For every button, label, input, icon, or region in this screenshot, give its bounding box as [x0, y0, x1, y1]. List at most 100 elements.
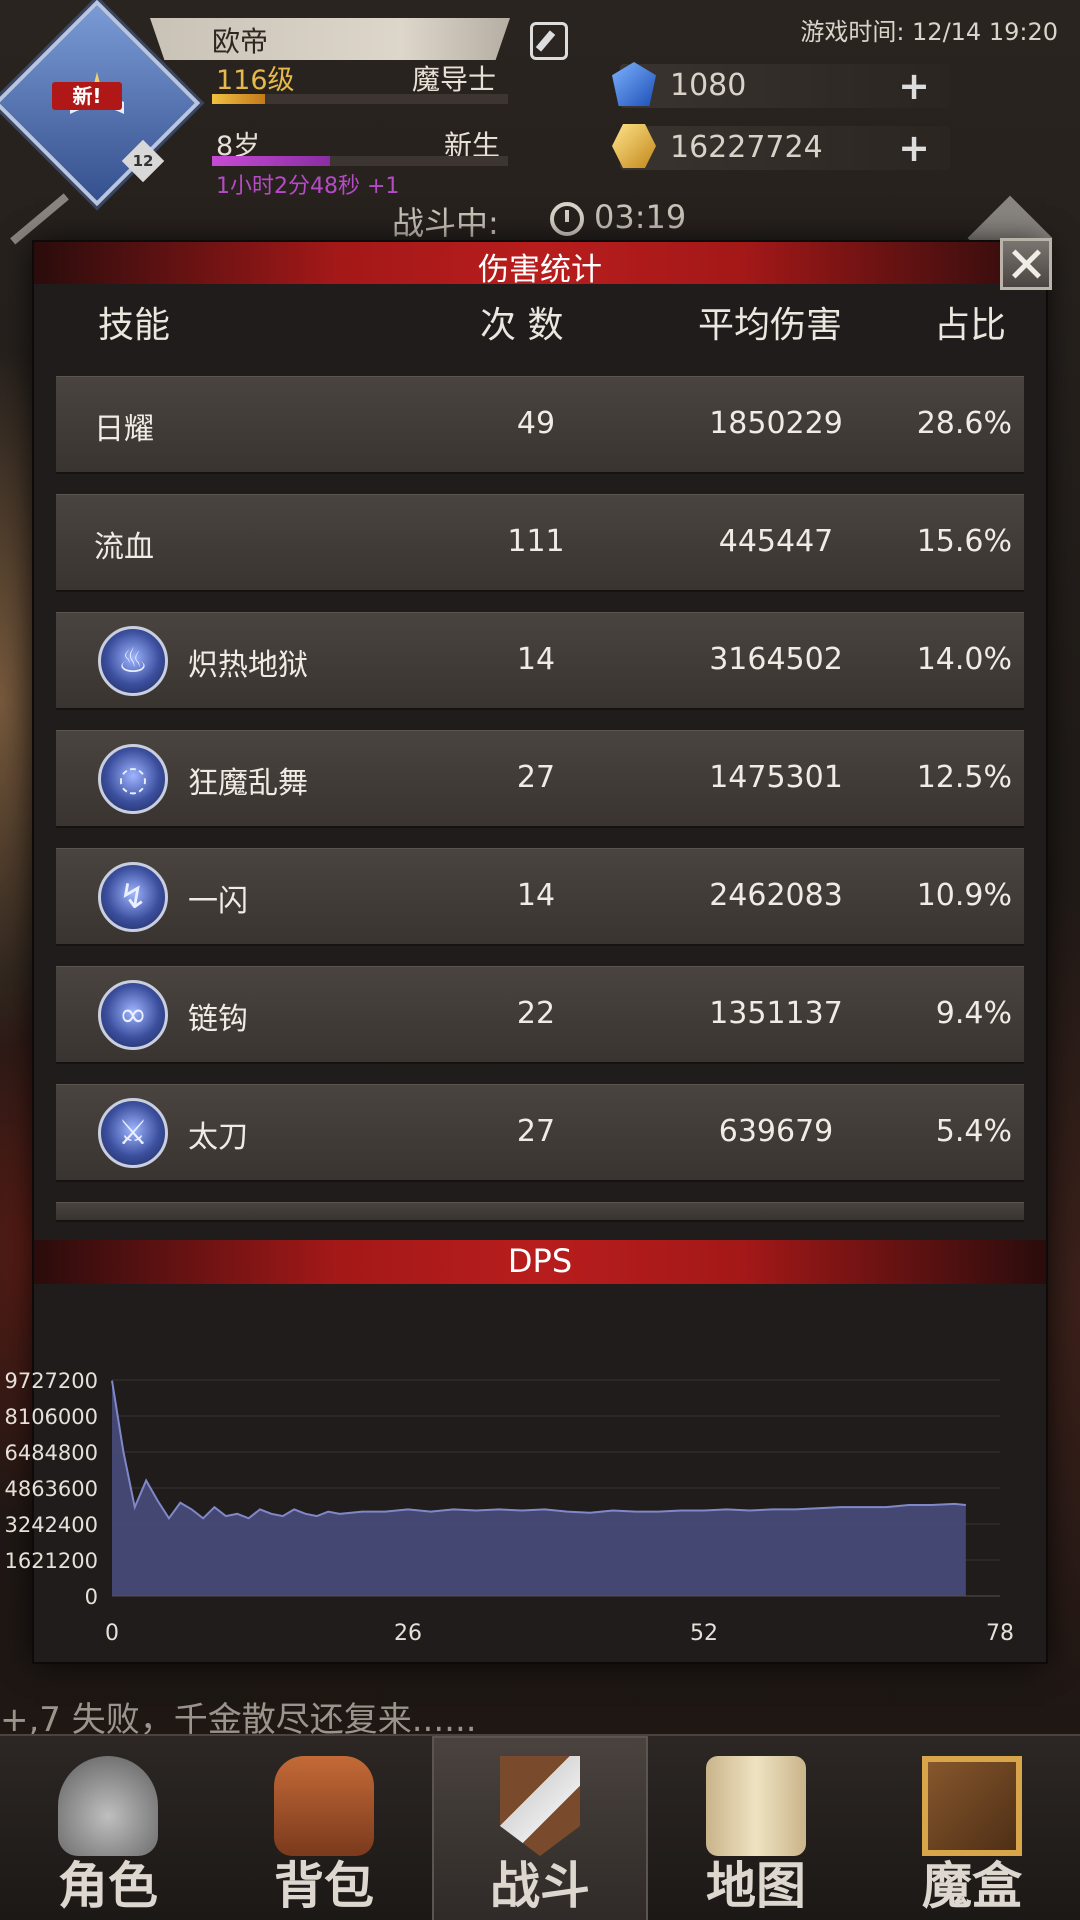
dps-chart: 0 1621200 3242400 4863600 6484800 8106000 9727…: [0, 1300, 1080, 1660]
lightning-skill-icon: ↯: [98, 862, 168, 932]
skill-name: 太刀: [188, 1120, 248, 1155]
skill-share: 15.6%: [916, 524, 1012, 559]
name-plate: [150, 18, 510, 60]
skill-row[interactable]: 日耀 49 1850229 28.6%: [56, 376, 1024, 472]
skill-row[interactable]: ◌ 狂魔乱舞 27 1475301 12.5%: [56, 730, 1024, 826]
skill-share: 14.0%: [916, 642, 1012, 677]
x-tick-label: 26: [394, 1621, 422, 1646]
new-badge: 新!: [52, 82, 122, 110]
skill-row[interactable]: ♨ 炽热地狱 14 3164502 14.0%: [56, 612, 1024, 708]
skill-avg-damage: 1351137: [709, 996, 843, 1031]
skill-share: 9.4%: [935, 996, 1012, 1031]
magic-box-icon: [922, 1756, 1022, 1856]
chain-skill-icon: ∞: [98, 980, 168, 1050]
backpack-icon: [274, 1756, 374, 1856]
sword-skill-icon: ⚔: [98, 1098, 168, 1168]
skill-row[interactable]: ↯ 一闪 14 2462083 10.9%: [56, 848, 1024, 944]
skill-name: 炽热地狱: [188, 648, 308, 683]
lightning-skill-icon-glyph: ↯: [118, 877, 148, 917]
player-class: 魔导士: [412, 63, 497, 96]
swirl-skill-icon-glyph: ◌: [118, 759, 148, 799]
sword-skill-icon-glyph: ⚔: [117, 1113, 149, 1153]
tab-label: 角色: [58, 1857, 158, 1915]
skill-share: 28.6%: [916, 406, 1012, 441]
skill-name: 流血: [94, 530, 154, 565]
y-tick-label: 1621200: [4, 1549, 98, 1573]
battle-status: 战斗中:: [392, 204, 499, 242]
skill-avg-damage: 445447: [718, 524, 834, 559]
top-hud: 新! 12 欧帝 116级 魔导士 8岁 新生 1小时2分48秒 +1 1080…: [0, 0, 1080, 281]
column-header-avg: 平均伤害: [698, 305, 843, 346]
dps-chart-svg: 0 1621200 3242400 4863600 6484800 8106000 9727…: [4, 1369, 1014, 1646]
y-tick-label: 0: [85, 1585, 98, 1609]
skill-share: 10.9%: [916, 878, 1012, 913]
skill-avg-damage: 639679: [718, 1114, 834, 1149]
skill-name: 一闪: [188, 884, 248, 919]
damage-panel-header: 伤害统计: [34, 242, 1046, 288]
column-header-skill: 技能: [98, 305, 171, 346]
level-progress-fill: [212, 94, 266, 104]
gem-amount: 1080: [670, 68, 747, 103]
clock-icon: [550, 202, 584, 236]
skill-avg-damage: 2462083: [709, 878, 843, 913]
tab-label: 地图: [706, 1857, 806, 1915]
tab-battle[interactable]: 战斗: [432, 1736, 648, 1920]
skill-row[interactable]: 流血 111 445447 15.6%: [56, 494, 1024, 590]
age-timer: 1小时2分48秒 +1: [216, 174, 400, 199]
skill-row[interactable]: ∞ 链钩 22 1351137 9.4%: [56, 966, 1024, 1062]
game-time: 游戏时间: 12/14 19:20: [800, 18, 1058, 46]
column-header-share: 占比: [934, 305, 1007, 346]
skill-count: 14: [516, 642, 556, 677]
y-tick-label: 4863600: [4, 1477, 98, 1501]
swirl-skill-icon: ◌: [98, 744, 168, 814]
helmet-icon: [58, 1756, 158, 1856]
damage-rows: 日耀 49 1850229 28.6% 流血 111 445447 15.6% ♨ 炽热地狱 14 3…: [56, 376, 1024, 1242]
skill-avg-damage: 1850229: [709, 406, 843, 441]
skill-name: 日耀: [94, 412, 154, 447]
x-tick-label: 0: [105, 1621, 119, 1646]
skill-avg-damage: 3164502: [709, 642, 843, 677]
skill-count: 22: [516, 996, 556, 1031]
y-tick-label: 6484800: [4, 1441, 98, 1465]
skill-count: 27: [516, 760, 556, 795]
tab-label: 战斗: [490, 1857, 590, 1915]
sword-shield-icon: [500, 1756, 580, 1856]
dps-title: DPS: [507, 1242, 573, 1280]
tab-label: 背包: [274, 1857, 374, 1915]
bottom-tab-bar: 角色 背包 战斗 地图 魔盒: [0, 1734, 1080, 1920]
skill-name: 链钩: [188, 1002, 248, 1037]
skill-row-partial[interactable]: [56, 1202, 1024, 1220]
skill-count: 14: [516, 878, 556, 913]
column-header-count: 次 数: [480, 305, 564, 346]
add-gold-button[interactable]: +: [898, 129, 930, 167]
y-tick-label: 3242400: [4, 1513, 98, 1537]
tab-map[interactable]: 地图: [648, 1736, 864, 1920]
skill-name: 狂魔乱舞: [188, 766, 308, 801]
skill-count: 111: [507, 524, 565, 559]
tab-character[interactable]: 角色: [0, 1736, 216, 1920]
close-button[interactable]: [1000, 238, 1052, 290]
gold-amount: 16227724: [670, 130, 823, 165]
edit-icon[interactable]: [530, 22, 568, 60]
player-name: 欧帝: [212, 25, 269, 58]
skill-count: 49: [516, 406, 556, 441]
level-progress-bar: [212, 94, 508, 104]
skill-count: 27: [516, 1114, 556, 1149]
skill-row[interactable]: ⚔ 太刀 27 639679 5.4%: [56, 1084, 1024, 1180]
dps-panel-header: DPS: [34, 1240, 1046, 1284]
add-gems-button[interactable]: +: [898, 67, 930, 105]
age-progress-bar: [212, 156, 508, 166]
player-level: 116级: [216, 65, 295, 96]
flame-skill-icon-glyph: ♨: [117, 641, 149, 681]
damage-panel-title: 伤害统计: [478, 252, 602, 288]
scroll-map-icon: [706, 1756, 806, 1856]
skill-share: 5.4%: [935, 1114, 1012, 1149]
gold-currency: 16227724 +: [612, 124, 950, 170]
x-tick-label: 52: [690, 1621, 718, 1646]
flame-skill-icon: ♨: [98, 626, 168, 696]
battle-timer: 03:19: [594, 198, 687, 236]
skill-share: 12.5%: [916, 760, 1012, 795]
tab-magic-box[interactable]: 魔盒: [864, 1736, 1080, 1920]
x-tick-label: 78: [986, 1621, 1014, 1646]
tab-backpack[interactable]: 背包: [216, 1736, 432, 1920]
